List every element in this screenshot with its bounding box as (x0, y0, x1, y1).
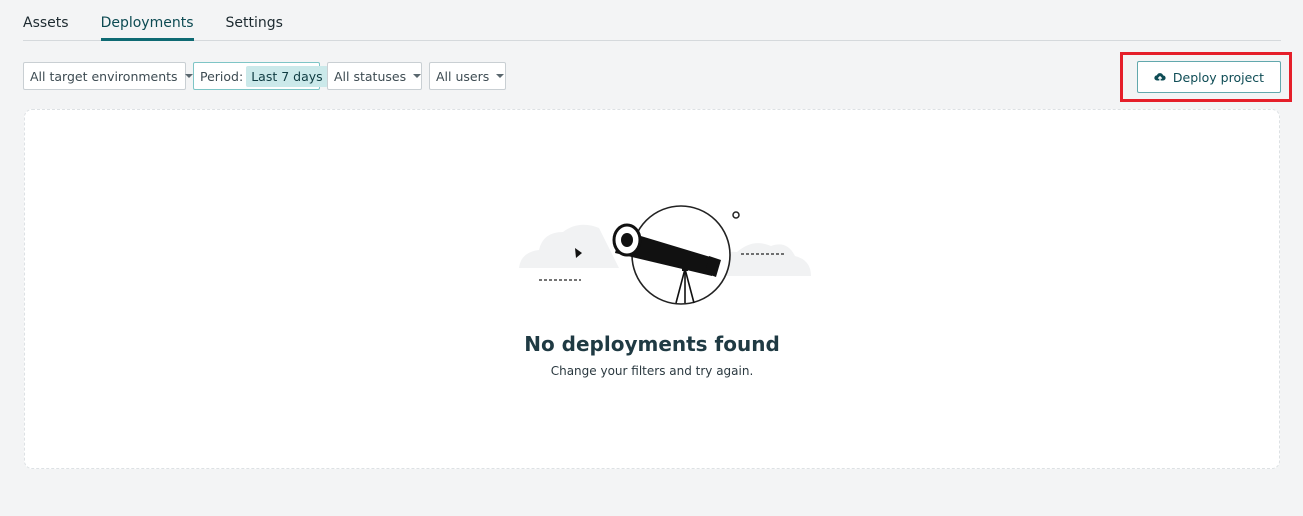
period-filter-value: Last 7 days (246, 65, 328, 87)
users-filter-label: All users (436, 68, 490, 84)
cloud-upload-icon (1154, 72, 1166, 83)
chevron-down-icon (184, 74, 193, 78)
tab-assets[interactable]: Assets (23, 0, 69, 40)
users-filter-dropdown[interactable]: All users (429, 62, 506, 90)
empty-state-card: No deployments found Change your filters… (24, 109, 1280, 469)
period-filter-dropdown[interactable]: Period: Last 7 days (193, 62, 328, 90)
deploy-project-button[interactable]: Deploy project (1137, 61, 1281, 93)
tab-bar: Assets Deployments Settings (23, 0, 1281, 41)
status-filter-label: All statuses (334, 68, 407, 84)
period-filter-label: Period: (200, 68, 244, 84)
environment-filter-label: All target environments (30, 68, 178, 84)
environment-filter-dropdown[interactable]: All target environments (23, 62, 193, 90)
chevron-down-icon (413, 74, 422, 78)
empty-state-title: No deployments found (524, 332, 780, 356)
deployments-page: Assets Deployments Settings All target e… (0, 0, 1303, 516)
tab-settings[interactable]: Settings (226, 0, 283, 40)
chevron-down-icon (496, 74, 505, 78)
telescope-icon (519, 198, 819, 314)
deploy-project-label: Deploy project (1172, 69, 1265, 85)
tab-deployments[interactable]: Deployments (100, 0, 194, 41)
empty-state-subtitle: Change your filters and try again. (550, 364, 754, 378)
status-filter-dropdown[interactable]: All statuses (327, 62, 422, 90)
